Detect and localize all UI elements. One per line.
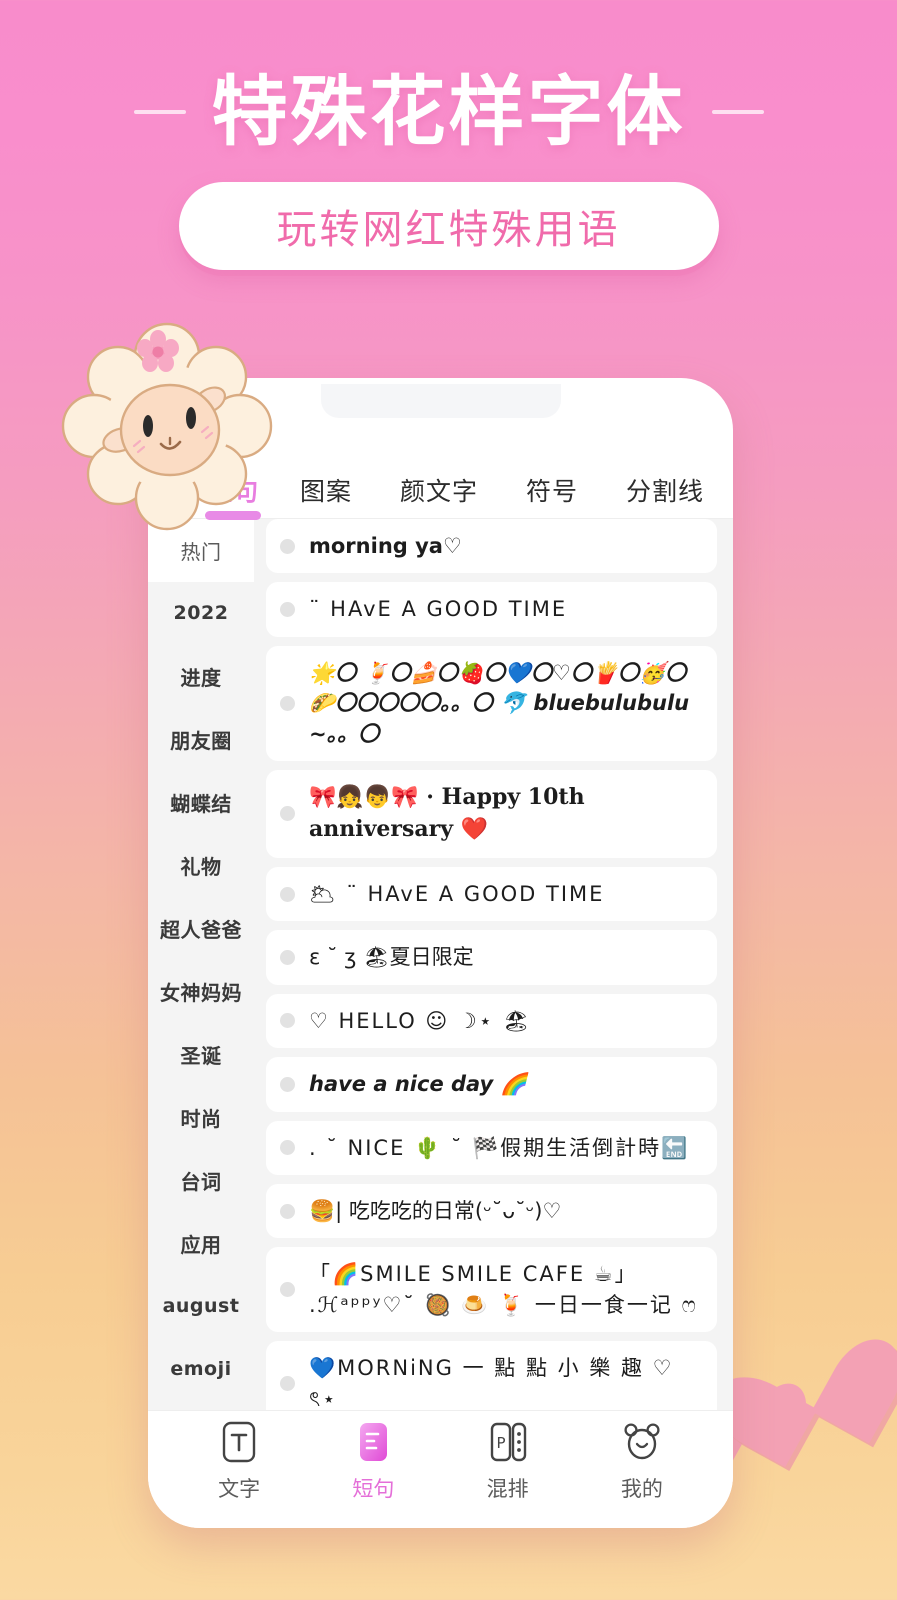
list-item[interactable]: 🌥 ¨ HAvE A GOOD TIME [266, 866, 717, 922]
list-item[interactable]: 🍔| 吃吃吃的日常(ᵕ˘ᴗ˘ᵕ)♡ [266, 1183, 717, 1239]
mix-layout-icon: P [487, 1420, 529, 1464]
row-bullet-icon [280, 601, 295, 617]
list-item[interactable]: 「🌈SMILE SMILE CAFE ☕」 .ℋᵃᵖᵖʸ♡˘ 🥘 🍮 🍹 一日一… [266, 1247, 717, 1333]
tab-label: 符号 [526, 477, 579, 506]
sidebar-item-nvshenmama[interactable]: 女神妈妈 [148, 960, 254, 1023]
category-sidebar: 热门 2022 进度 朋友圈 蝴蝶结 礼物 超人爸爸 女神妈妈 圣诞 时尚 台词… [148, 518, 254, 1410]
hero-banner: 特殊花样字体 玩转网红特殊用语 [0, 0, 897, 270]
tab-fengexian[interactable]: 分割线 [626, 472, 704, 518]
row-bullet-icon [280, 1140, 295, 1156]
phrase-text: 🌟〇 🍹〇🍰〇🍓〇💙〇♡〇🍟〇🥳〇🌮〇〇〇〇〇。。〇 🐬 bluebulubul… [309, 660, 690, 746]
list-item[interactable]: 🎀👧👦🎀 · Happy 10th anniversary ❤️ [266, 770, 717, 858]
row-bullet-icon [280, 1076, 295, 1092]
tab-yanwenzi[interactable]: 颜文字 [400, 472, 478, 518]
sidebar-item-shishang[interactable]: 时尚 [148, 1086, 254, 1149]
phrase-text: 🌥 ¨ HAvE A GOOD TIME [309, 881, 605, 906]
sidebar-item-liwu[interactable]: 礼物 [148, 834, 254, 897]
title-dash-left-icon [133, 109, 186, 114]
sidebar-item-august[interactable]: august [148, 1275, 254, 1338]
row-bullet-icon [280, 695, 295, 711]
sidebar-item-label: 超人爸爸 [160, 917, 242, 942]
list-item[interactable]: 💙MORNiNG 一 點 點 小 樂 趣 ♡ ৎ⋆ [266, 1341, 717, 1410]
tab-label: 分割线 [626, 477, 705, 506]
row-bullet-icon [280, 1013, 295, 1029]
sidebar-item-label: 热门 [180, 539, 222, 564]
row-bullet-icon [280, 1282, 295, 1298]
sidebar-item-shengdan[interactable]: 圣诞 [148, 1023, 254, 1086]
sidebar-item-jindu[interactable]: 进度 [148, 645, 254, 708]
list-item[interactable]: morning ya♡ [266, 518, 717, 574]
row-bullet-icon [280, 1376, 295, 1392]
phrase-text: . ˘ NICE 🌵 ˘ 🏁假期生活倒計時🔚 [309, 1135, 690, 1160]
sidebar-item-label: 蝴蝶结 [170, 791, 232, 816]
nav-label: 短句 [352, 1477, 395, 1501]
row-bullet-icon [280, 538, 295, 554]
title-row: 特殊花样字体 [0, 72, 897, 152]
bottom-navigation: 文字 短句 P 混排 我的 [148, 1410, 733, 1528]
sidebar-item-emoji[interactable]: emoji [148, 1338, 254, 1401]
subtitle-pill: 玩转网红特殊用语 [178, 181, 719, 270]
phrase-card-icon [352, 1420, 394, 1464]
phrase-text: ¨ HAvE A GOOD TIME [309, 597, 568, 622]
phrase-text: 🍔| 吃吃吃的日常(ᵕ˘ᴗ˘ᵕ)♡ [309, 1198, 562, 1223]
sidebar-item-label: 朋友圈 [170, 728, 232, 753]
title-dash-right-icon [711, 109, 764, 114]
phrase-text: have a nice day 🌈 [309, 1072, 527, 1097]
tab-tuan[interactable]: 图案 [300, 472, 352, 518]
sidebar-item-label: emoji [170, 1358, 232, 1381]
sidebar-item-pengyouquan[interactable]: 朋友圈 [148, 708, 254, 771]
sidebar-item-2022[interactable]: 2022 [148, 582, 254, 645]
subtitle-text: 玩转网红特殊用语 [276, 206, 621, 253]
text-card-icon [218, 1420, 260, 1464]
sidebar-item-label: 时尚 [180, 1106, 222, 1131]
sidebar-item-label: 圣诞 [180, 1043, 222, 1068]
phone-mockup: 短句 图案 颜文字 符号 分割线 热门 2022 进度 朋友圈 蝴蝶结 礼物 超… [148, 378, 733, 1528]
svg-text:P: P [496, 1434, 505, 1452]
sidebar-item-label: 女神妈妈 [160, 980, 242, 1005]
phrase-text: ε ˘ ʒ 🏖夏日限定 [309, 945, 474, 970]
bear-profile-icon [621, 1420, 663, 1464]
app-screen: 短句 图案 颜文字 符号 分割线 热门 2022 进度 朋友圈 蝴蝶结 礼物 超… [148, 378, 733, 1528]
content-area: 热门 2022 进度 朋友圈 蝴蝶结 礼物 超人爸爸 女神妈妈 圣诞 时尚 台词… [148, 518, 733, 1410]
row-bullet-icon [280, 1203, 295, 1219]
page-title: 特殊花样字体 [211, 67, 686, 156]
row-bullet-icon [280, 806, 295, 822]
row-bullet-icon [280, 886, 295, 902]
nav-item-wode[interactable]: 我的 [587, 1420, 697, 1503]
nav-label: 我的 [620, 1477, 663, 1501]
sidebar-item-label: 2022 [173, 602, 229, 625]
tab-label: 图案 [300, 477, 353, 506]
nav-item-wenzi[interactable]: 文字 [184, 1420, 294, 1503]
list-item[interactable]: ♡ HELLO ☺ ☽⋆ 🏖 [266, 993, 717, 1049]
nav-item-duanju[interactable]: 短句 [318, 1420, 428, 1503]
tab-label: 颜文字 [400, 477, 479, 506]
tab-fuhao[interactable]: 符号 [526, 472, 578, 518]
sidebar-item-hudiejie[interactable]: 蝴蝶结 [148, 771, 254, 834]
sidebar-item-label: august [162, 1295, 240, 1318]
nav-label: 混排 [486, 1477, 529, 1501]
row-bullet-icon [280, 949, 295, 965]
list-item[interactable]: 🌟〇 🍹〇🍰〇🍓〇💙〇♡〇🍟〇🥳〇🌮〇〇〇〇〇。。〇 🐬 bluebulubul… [266, 645, 717, 761]
nav-label: 文字 [218, 1477, 261, 1501]
phrase-text: 「🌈SMILE SMILE CAFE ☕」 .ℋᵃᵖᵖʸ♡˘ 🥘 🍮 🍹 一日一… [309, 1262, 698, 1317]
list-item[interactable]: ε ˘ ʒ 🏖夏日限定 [266, 930, 717, 985]
sidebar-item-label: 应用 [180, 1232, 222, 1257]
sidebar-item-label: 台词 [180, 1169, 222, 1194]
sidebar-item-label: 进度 [180, 665, 222, 690]
phrase-text: morning ya♡ [309, 533, 462, 558]
sidebar-item-chaorenbaba[interactable]: 超人爸爸 [148, 897, 254, 960]
sheep-mascot [60, 322, 274, 536]
list-item[interactable]: ¨ HAvE A GOOD TIME [266, 582, 717, 637]
phrase-text: 💙MORNiNG 一 點 點 小 樂 趣 ♡ ৎ⋆ [309, 1356, 674, 1410]
phrase-text: ♡ HELLO ☺ ☽⋆ 🏖 [309, 1008, 532, 1033]
sidebar-item-taici[interactable]: 台词 [148, 1149, 254, 1212]
phrase-list[interactable]: morning ya♡ ¨ HAvE A GOOD TIME 🌟〇 🍹〇🍰〇🍓〇… [254, 518, 733, 1410]
list-item[interactable]: . ˘ NICE 🌵 ˘ 🏁假期生活倒計時🔚 [266, 1120, 717, 1175]
phrase-text: 🎀👧👦🎀 · Happy 10th anniversary ❤️ [309, 784, 585, 842]
nav-item-hunpai[interactable]: P 混排 [453, 1420, 563, 1503]
sidebar-item-yingyong[interactable]: 应用 [148, 1212, 254, 1275]
list-item[interactable]: have a nice day 🌈 [266, 1057, 717, 1112]
sidebar-item-label: 礼物 [180, 854, 222, 879]
